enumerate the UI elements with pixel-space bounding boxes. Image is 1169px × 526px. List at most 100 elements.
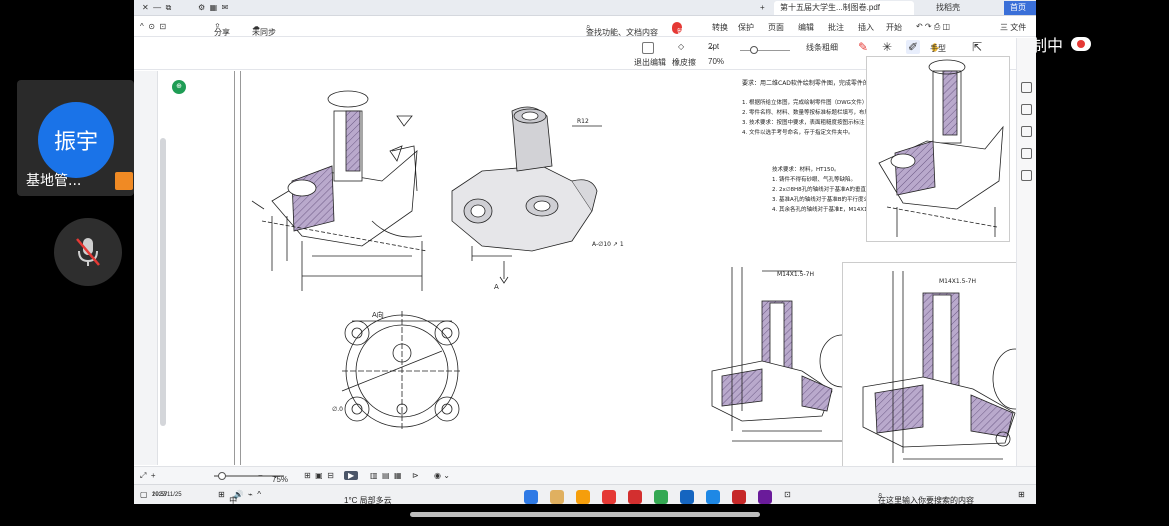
zoom-value[interactable]: 75% ⌄ bbox=[272, 471, 288, 484]
play-button[interactable]: ▶ bbox=[344, 471, 359, 480]
thumbnail-section-2[interactable]: M14X1.5-7H bbox=[842, 262, 1036, 486]
pdf-reader-window: ✕ — ⧉ ⚙ ▦ ✉ + 第十五届大学生...制图卷.pdf 找稻壳 首页 ^… bbox=[134, 0, 1036, 504]
smart-tools-pill[interactable]: 智能工具 bbox=[672, 22, 705, 36]
weather-text: 1°C 局部多云 bbox=[344, 496, 392, 504]
menu-file[interactable]: 三 文件 bbox=[1000, 22, 1026, 33]
page-border-line bbox=[240, 71, 241, 465]
taskbar-app-icon[interactable] bbox=[524, 490, 538, 504]
home-indicator[interactable] bbox=[410, 512, 760, 517]
svg-text:A: A bbox=[494, 283, 499, 291]
page-border-line bbox=[234, 71, 235, 465]
svg-text:R12: R12 bbox=[577, 118, 589, 125]
eraser-icon[interactable]: ◇ bbox=[678, 42, 684, 51]
taskbar-app-icon[interactable] bbox=[758, 490, 772, 504]
collapse-icon[interactable]: ^ ⊙ ⊡ bbox=[140, 22, 166, 31]
menu-start[interactable]: 开始 bbox=[886, 22, 902, 33]
signature-icon[interactable] bbox=[1021, 170, 1032, 181]
stroke-size-value: 2pt bbox=[708, 42, 720, 51]
tech-note-1: 1. 铸件不得有砂眼、气孔等缺陷。 bbox=[772, 175, 856, 183]
ime-indicator: 中 bbox=[229, 496, 238, 504]
tab-bar: ✕ — ⧉ ⚙ ▦ ✉ + 第十五届大学生...制图卷.pdf 找稻壳 首页 bbox=[134, 0, 1036, 16]
exit-edit-button[interactable] bbox=[642, 42, 654, 54]
line-weight-label: 线条粗细 bbox=[806, 43, 838, 52]
section-view-isometric bbox=[251, 90, 428, 291]
eye-icon[interactable]: ◉ ⌄ bbox=[434, 471, 450, 480]
view-mode-icons[interactable]: ⊞ ▣ ⊟ bbox=[304, 471, 334, 480]
windows-taskbar: ▢ 19:57 2022/11/25 ⊞ 中 🔊 ⌁ ^ 1°C 局部多云 ⊡ 在… bbox=[134, 484, 1036, 504]
taskbar-app-icon[interactable] bbox=[550, 490, 564, 504]
menu-insert[interactable]: 插入 bbox=[858, 22, 874, 33]
hand-tool[interactable]: 手型 ✋ bbox=[930, 43, 946, 53]
record-icon bbox=[1071, 37, 1092, 51]
new-tab-button[interactable]: + bbox=[754, 1, 771, 15]
caller-name: 基地管... bbox=[26, 170, 81, 190]
taskbar-search-text: 在这里输入你要搜索的内容 bbox=[878, 496, 974, 504]
menu-edit[interactable]: 编辑 bbox=[798, 22, 814, 33]
start-button-icon[interactable]: ⊞ bbox=[1018, 490, 1025, 499]
taskbar-app-icon[interactable] bbox=[576, 490, 590, 504]
a-direction-view: A向 ∅.0 bbox=[332, 310, 462, 431]
caller-name-text: 基地管... bbox=[26, 173, 82, 189]
taskbar-app-icon[interactable] bbox=[680, 490, 694, 504]
next-page-icon[interactable]: ⊳ bbox=[412, 471, 419, 480]
stroke-slider-track[interactable] bbox=[740, 50, 790, 51]
svg-text:M14X1.5-7H: M14X1.5-7H bbox=[777, 271, 814, 278]
thumbnail-drawing-1 bbox=[878, 59, 1004, 237]
image-icon[interactable] bbox=[1021, 104, 1032, 115]
svg-text:A向: A向 bbox=[372, 310, 384, 319]
asterisk-icon[interactable]: ✳ bbox=[882, 40, 892, 54]
attachment-icon[interactable] bbox=[1021, 148, 1032, 159]
svg-text:M14X1.5-7H: M14X1.5-7H bbox=[939, 278, 976, 285]
left-nav-rail bbox=[134, 71, 158, 465]
show-desktop-icon[interactable]: ▢ bbox=[140, 490, 148, 499]
menu-bar: ^ ⊙ ⊡ 分享 ⇪ 未同步 ☁ 查找功能、文档内容 ⌕ 智能工具 转换 保护 … bbox=[134, 17, 1036, 37]
page-layout-icons[interactable]: ▥ ▤ ▦ bbox=[370, 471, 402, 480]
zoom-value-text: 75% bbox=[272, 475, 289, 484]
pen-icon[interactable]: ✐ bbox=[906, 40, 921, 54]
screen: 振宇 基地管... 录制中 ✕ — ⧉ ⚙ ▦ ✉ + 第十五届大学生...制图… bbox=[0, 0, 1169, 526]
tab-document-label: 第十五届大学生...制图卷.pdf bbox=[780, 3, 881, 12]
tab-docer[interactable]: 找稻壳 bbox=[930, 1, 982, 15]
search-hint[interactable]: 查找功能、文档内容 ⌕ bbox=[586, 22, 658, 37]
status-bar: ⤢ + − 75% ⌄ ⊞ ▣ ⊟ ▶ ▥ ▤ ▦ ⊳ ◉ ⌄ bbox=[134, 466, 1036, 484]
menu-protect[interactable]: 保护 bbox=[738, 22, 754, 33]
caller-avatar[interactable]: 振宇 bbox=[38, 102, 114, 178]
tab-menu-icons[interactable]: ⚙ ▦ ✉ bbox=[192, 1, 234, 15]
task-view-icon[interactable]: ⊡ bbox=[784, 490, 791, 499]
tab-docer-label: 找稻壳 bbox=[936, 3, 960, 12]
fit-page-icon[interactable]: ⤢ + bbox=[140, 471, 156, 481]
tab-document[interactable]: 第十五届大学生...制图卷.pdf bbox=[774, 1, 914, 15]
quick-access-icons[interactable]: ↶ ↷ ⎙ ◫ bbox=[916, 22, 950, 32]
taskbar-search[interactable]: 在这里输入你要搜索的内容 ⌕ bbox=[878, 490, 974, 504]
pen-red-icon[interactable]: ✎ bbox=[858, 40, 868, 54]
comment-icon[interactable] bbox=[1021, 126, 1032, 137]
thumbnail-section-1[interactable] bbox=[866, 56, 1010, 242]
svg-text:A-∅10 ↗ 1: A-∅10 ↗ 1 bbox=[592, 241, 624, 248]
stroke-size-select[interactable]: 2pt ⌄ bbox=[708, 42, 719, 51]
stroke-slider-knob[interactable] bbox=[750, 46, 758, 54]
tray-icons[interactable]: ⊞ 中 🔊 ⌁ ^ bbox=[218, 490, 261, 504]
vertical-scrollbar[interactable] bbox=[160, 138, 166, 426]
wps-assistant-icon[interactable]: ⊕ bbox=[172, 80, 186, 94]
tab-home[interactable]: 首页 bbox=[1004, 1, 1036, 15]
mute-button[interactable] bbox=[54, 218, 122, 286]
zoom-slider-knob[interactable] bbox=[218, 472, 226, 480]
browser-taskbar-icon[interactable] bbox=[654, 490, 668, 504]
wps-taskbar-icon[interactable] bbox=[602, 490, 616, 504]
menu-page[interactable]: 页面 bbox=[768, 22, 784, 33]
taskbar-app-icon[interactable] bbox=[706, 490, 720, 504]
bookmark-icon[interactable] bbox=[1021, 82, 1032, 93]
taskbar-app-icon[interactable] bbox=[732, 490, 746, 504]
menu-annotate[interactable]: 批注 bbox=[828, 22, 844, 33]
window-controls[interactable]: ✕ — ⧉ bbox=[136, 1, 177, 15]
zoom-label[interactable]: 70% bbox=[708, 57, 724, 66]
cloud-sync-button[interactable]: 未同步 ☁ bbox=[252, 22, 276, 37]
cursor-icon[interactable]: ⇱ bbox=[972, 40, 982, 54]
right-tool-rail bbox=[1016, 38, 1036, 468]
taskbar-app-icon[interactable] bbox=[628, 490, 642, 504]
caller-badge-icon bbox=[115, 172, 133, 190]
share-button[interactable]: 分享 ⇪ bbox=[214, 22, 230, 37]
exit-icon bbox=[642, 42, 654, 54]
zoom-out-button[interactable]: − bbox=[258, 471, 263, 480]
menu-convert[interactable]: 转换 bbox=[712, 22, 728, 33]
